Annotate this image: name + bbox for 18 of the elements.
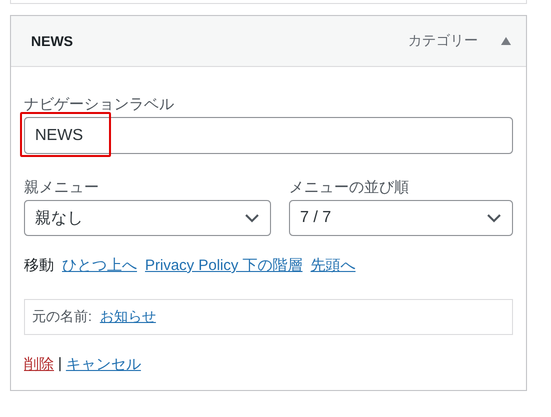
cancel-link[interactable]: キャンセル	[66, 355, 141, 374]
field-label: メニューの並び順	[289, 178, 410, 197]
move-label: 移動	[24, 256, 54, 275]
dropdown[interactable]: 7 / 7	[289, 200, 513, 236]
item-type-label: カテゴリー	[408, 32, 478, 50]
move-link[interactable]: 先頭へ	[310, 256, 356, 275]
move-link[interactable]: ひとつ上へ	[62, 256, 137, 275]
original-name-label: 元の名前:	[32, 308, 92, 326]
dropdown[interactable]: 親なし	[24, 200, 271, 236]
navigation-label-input[interactable]: NEWS	[24, 117, 513, 154]
move-link[interactable]: Privacy Policy 下の階層	[145, 256, 303, 275]
triangle-up-icon[interactable]	[500, 36, 512, 46]
field-label: ナビゲーションラベル	[24, 95, 175, 114]
separator: |	[58, 355, 62, 374]
menu-item-title: NEWS	[31, 33, 73, 49]
field-label: 親メニュー	[24, 178, 100, 197]
original-name-link[interactable]: お知らせ	[100, 308, 156, 326]
delete-link[interactable]: 削除	[24, 355, 54, 374]
